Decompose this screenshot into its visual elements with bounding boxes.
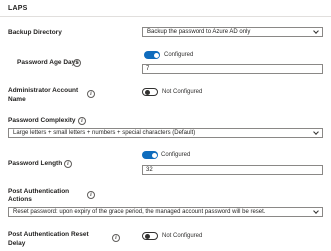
- section-title: LAPS: [8, 5, 28, 12]
- password-length-label: Password Length: [8, 160, 63, 167]
- password-age-days-label: Password Age Days: [17, 59, 79, 66]
- password-complexity-dropdown[interactable]: Large letters + small letters + numbers …: [8, 128, 323, 138]
- backup-directory-value: Backup the password to Azure AD only: [147, 29, 251, 35]
- password-length-input[interactable]: 32: [142, 165, 323, 175]
- toggle-knob: [153, 52, 159, 58]
- post-auth-reset-delay-toggle[interactable]: [142, 232, 158, 240]
- toggle-knob: [144, 89, 150, 95]
- admin-account-name-label-line2: Name: [8, 96, 26, 103]
- password-age-days-toggle-label: Configured: [164, 52, 194, 58]
- admin-account-name-toggle-label: Not Configured: [162, 89, 203, 95]
- admin-account-name-toggle[interactable]: [142, 88, 158, 96]
- password-age-days-toggle[interactable]: [144, 51, 160, 59]
- info-icon[interactable]: i: [78, 117, 86, 125]
- toggle-knob: [144, 233, 150, 239]
- post-auth-actions-dropdown[interactable]: Reset password: upon expiry of the grace…: [8, 207, 323, 217]
- password-complexity-value: Large letters + small letters + numbers …: [13, 130, 196, 136]
- post-auth-reset-delay-label-line1: Post Authentication Reset: [8, 231, 89, 238]
- password-length-toggle[interactable]: [142, 151, 158, 159]
- toggle-knob: [151, 152, 157, 158]
- backup-directory-label: Backup Directory: [8, 29, 62, 36]
- chevron-down-icon: [313, 129, 319, 135]
- chevron-down-icon: [313, 208, 319, 214]
- info-icon[interactable]: i: [112, 234, 120, 242]
- password-length-toggle-label: Configured: [161, 152, 191, 158]
- chevron-down-icon: [313, 28, 319, 34]
- post-auth-actions-label-line1: Post Authentication: [8, 188, 70, 195]
- post-auth-actions-value: Reset password: upon expiry of the grace…: [13, 209, 266, 215]
- admin-account-name-label-line1: Administrator Account: [8, 87, 79, 94]
- backup-directory-dropdown[interactable]: Backup the password to Azure AD only: [142, 27, 323, 37]
- section-divider: [0, 16, 331, 17]
- info-icon[interactable]: i: [87, 90, 95, 98]
- password-age-days-input[interactable]: 7: [142, 64, 323, 74]
- post-auth-reset-delay-toggle-label: Not Configured: [162, 233, 203, 239]
- post-auth-reset-delay-label-line2: Delay: [8, 240, 26, 247]
- info-icon[interactable]: i: [73, 59, 81, 67]
- post-auth-actions-label-line2: Actions: [8, 196, 32, 203]
- info-icon[interactable]: i: [87, 191, 95, 199]
- info-icon[interactable]: i: [64, 160, 72, 168]
- password-complexity-label: Password Complexity: [8, 117, 76, 124]
